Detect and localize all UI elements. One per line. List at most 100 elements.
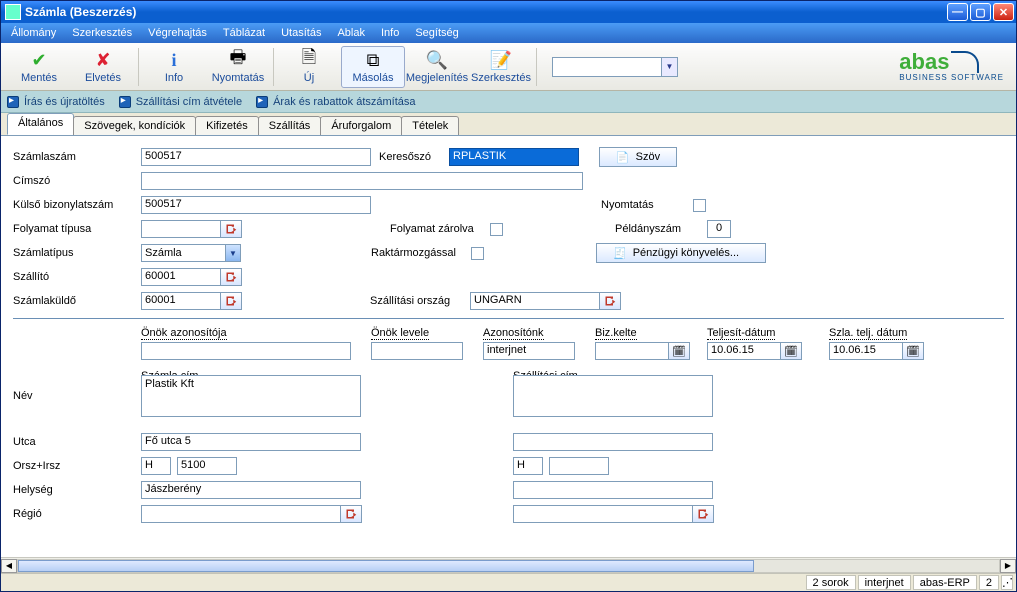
copy-icon: ⧉ (362, 49, 384, 71)
szlatelj-input[interactable]: 10.06.15 (829, 342, 903, 360)
status-sorok: 2 sorok (806, 575, 856, 590)
tab-szallitas[interactable]: Szállítás (258, 116, 322, 136)
keresoszo-label: Keresőszó (379, 151, 449, 163)
status-num: 2 (979, 575, 999, 590)
toolbar-megjelenites-label: Megjelenítés (406, 72, 468, 84)
kulsobiz-input[interactable]: 500517 (141, 196, 371, 214)
utca-input[interactable]: Fő utca 5 (141, 433, 361, 451)
toolbar-megjelenites[interactable]: 🔍 Megjelenítés (405, 46, 469, 88)
szamlakuldo-input[interactable]: 60001 (141, 292, 221, 310)
menu-tablazat[interactable]: Táblázat (215, 25, 273, 41)
toolbar-masolas[interactable]: ⧉ Másolás (341, 46, 405, 88)
window-title: Számla (Beszerzés) (25, 5, 947, 19)
form-panel: Számlaszám 500517 Keresőszó RPLASTIK 📄 S… (1, 135, 1016, 573)
bizkelte-datepicker[interactable]: 🗓 (668, 342, 690, 360)
quick-szallitasi[interactable]: Szállítási cím átvétele (119, 96, 242, 108)
folyamatzar-checkbox[interactable] (490, 223, 503, 236)
menu-info[interactable]: Info (373, 25, 407, 41)
szall-irsz-input[interactable] (549, 457, 609, 475)
chevron-down-icon: ▼ (225, 245, 240, 261)
folyamattip-input[interactable] (141, 220, 221, 238)
szallito-input[interactable]: 60001 (141, 268, 221, 286)
toolbar-uj-label: Új (304, 72, 314, 84)
toolbar-info[interactable]: i Info (142, 46, 206, 88)
helyseg-input[interactable]: Jászberény (141, 481, 361, 499)
szallorszag-input[interactable]: UNGARN (470, 292, 600, 310)
szamlatipus-combo[interactable]: Számla ▼ (141, 244, 241, 262)
regio-input[interactable] (141, 505, 341, 523)
tab-szovegek[interactable]: Szövegek, kondíciók (73, 116, 196, 136)
szall-regio-lookup[interactable] (692, 505, 714, 523)
nev-input[interactable]: Plastik Kft (141, 375, 361, 417)
szall-utca-input[interactable] (513, 433, 713, 451)
raktarmozg-checkbox[interactable] (471, 247, 484, 260)
toolbar-uj[interactable]: 🗎 Új (277, 46, 341, 88)
peldanyszam-input[interactable]: 0 (707, 220, 731, 238)
teljdatum-input[interactable]: 10.06.15 (707, 342, 781, 360)
tab-aruforgalom[interactable]: Áruforgalom (320, 116, 402, 136)
status-sys: abas-ERP (913, 575, 977, 590)
szlatelj-datepicker[interactable]: 🗓 (902, 342, 924, 360)
raktarmozg-label: Raktármozgással (371, 247, 471, 259)
quick-szall-label: Szállítási cím átvétele (136, 96, 242, 108)
szall-helyseg-input[interactable] (513, 481, 713, 499)
horizontal-scrollbar[interactable]: ◀ ▶ (1, 557, 1016, 573)
orszag-input[interactable]: H (141, 457, 171, 475)
szamlakuldo-lookup[interactable] (220, 292, 242, 310)
szall-orszag-input[interactable]: H (513, 457, 543, 475)
szallorszag-lookup[interactable] (599, 292, 621, 310)
scroll-right-button[interactable]: ▶ (1000, 559, 1016, 573)
toolbar-search-input[interactable] (552, 57, 662, 77)
tab-kifizetes[interactable]: Kifizetés (195, 116, 259, 136)
szall-nev-input[interactable] (513, 375, 713, 417)
menu-vegrehajtas[interactable]: Végrehajtás (140, 25, 215, 41)
irsz-input[interactable]: 5100 (177, 457, 237, 475)
menu-segitseg[interactable]: Segítség (407, 25, 466, 41)
scroll-left-button[interactable]: ◀ (1, 559, 17, 573)
folyamattip-lookup[interactable] (220, 220, 242, 238)
toolbar-mentes[interactable]: ✔ Mentés (7, 46, 71, 88)
maximize-button[interactable]: ▢ (970, 3, 991, 21)
szov-button[interactable]: 📄 Szöv (599, 147, 677, 167)
szamlatipus-value: Számla (145, 247, 182, 259)
tab-tetelek[interactable]: Tételek (401, 116, 459, 136)
penzugyi-button-label: Pénzügyi könyvelés... (633, 247, 739, 259)
onlevele-label: Önök levele (371, 327, 429, 340)
toolbar-nyomtatas[interactable]: 🖶 Nyomtatás (206, 46, 270, 88)
quick-iras[interactable]: Írás és újratöltés (7, 96, 105, 108)
keresoszo-input[interactable]: RPLASTIK (449, 148, 579, 166)
onazon-input[interactable] (141, 342, 351, 360)
nyomtatas-checkbox[interactable] (693, 199, 706, 212)
szlatelj-label: Szla. telj. dátum (829, 327, 907, 340)
x-icon: ✘ (92, 49, 114, 71)
minimize-button[interactable]: — (947, 3, 968, 21)
scroll-track[interactable] (17, 559, 1000, 573)
bizkelte-label: Biz.kelte (595, 327, 637, 340)
szamlaszam-input[interactable]: 500517 (141, 148, 371, 166)
regio-lookup[interactable] (340, 505, 362, 523)
szallito-lookup[interactable] (220, 268, 242, 286)
onlevele-input[interactable] (371, 342, 463, 360)
close-button[interactable]: ✕ (993, 3, 1014, 21)
szall-regio-input[interactable] (513, 505, 693, 523)
cimszo-input[interactable] (141, 172, 583, 190)
quick-arak[interactable]: Árak és rabattok átszámítása (256, 96, 415, 108)
scroll-thumb[interactable] (18, 560, 754, 572)
toolbar-elvetes[interactable]: ✘ Elvetés (71, 46, 135, 88)
menu-szerkesztes[interactable]: Szerkesztés (64, 25, 140, 41)
azonositonk-label: Azonosítónk (483, 327, 544, 340)
szallorszag-label: Szállítási ország (370, 295, 470, 307)
menu-ablak[interactable]: Ablak (329, 25, 373, 41)
azonositonk-input[interactable]: interjnet (483, 342, 575, 360)
toolbar-search-dropdown[interactable]: ▼ (662, 57, 678, 77)
brand-logo: abas BUSINESS SOFTWARE (899, 47, 1010, 87)
teljdatum-datepicker[interactable]: 🗓 (780, 342, 802, 360)
printer-icon: 🖶 (227, 49, 249, 71)
penzugyi-button[interactable]: 🧾 Pénzügyi könyvelés... (596, 243, 766, 263)
toolbar-szerkesztes[interactable]: 📝 Szerkesztés (469, 46, 533, 88)
bizkelte-input[interactable] (595, 342, 669, 360)
menu-allomany[interactable]: Állomány (3, 25, 64, 41)
menu-utasitas[interactable]: Utasítás (273, 25, 329, 41)
newdoc-icon: 🗎 (298, 49, 320, 71)
tab-altalanos[interactable]: Általános (7, 113, 74, 135)
